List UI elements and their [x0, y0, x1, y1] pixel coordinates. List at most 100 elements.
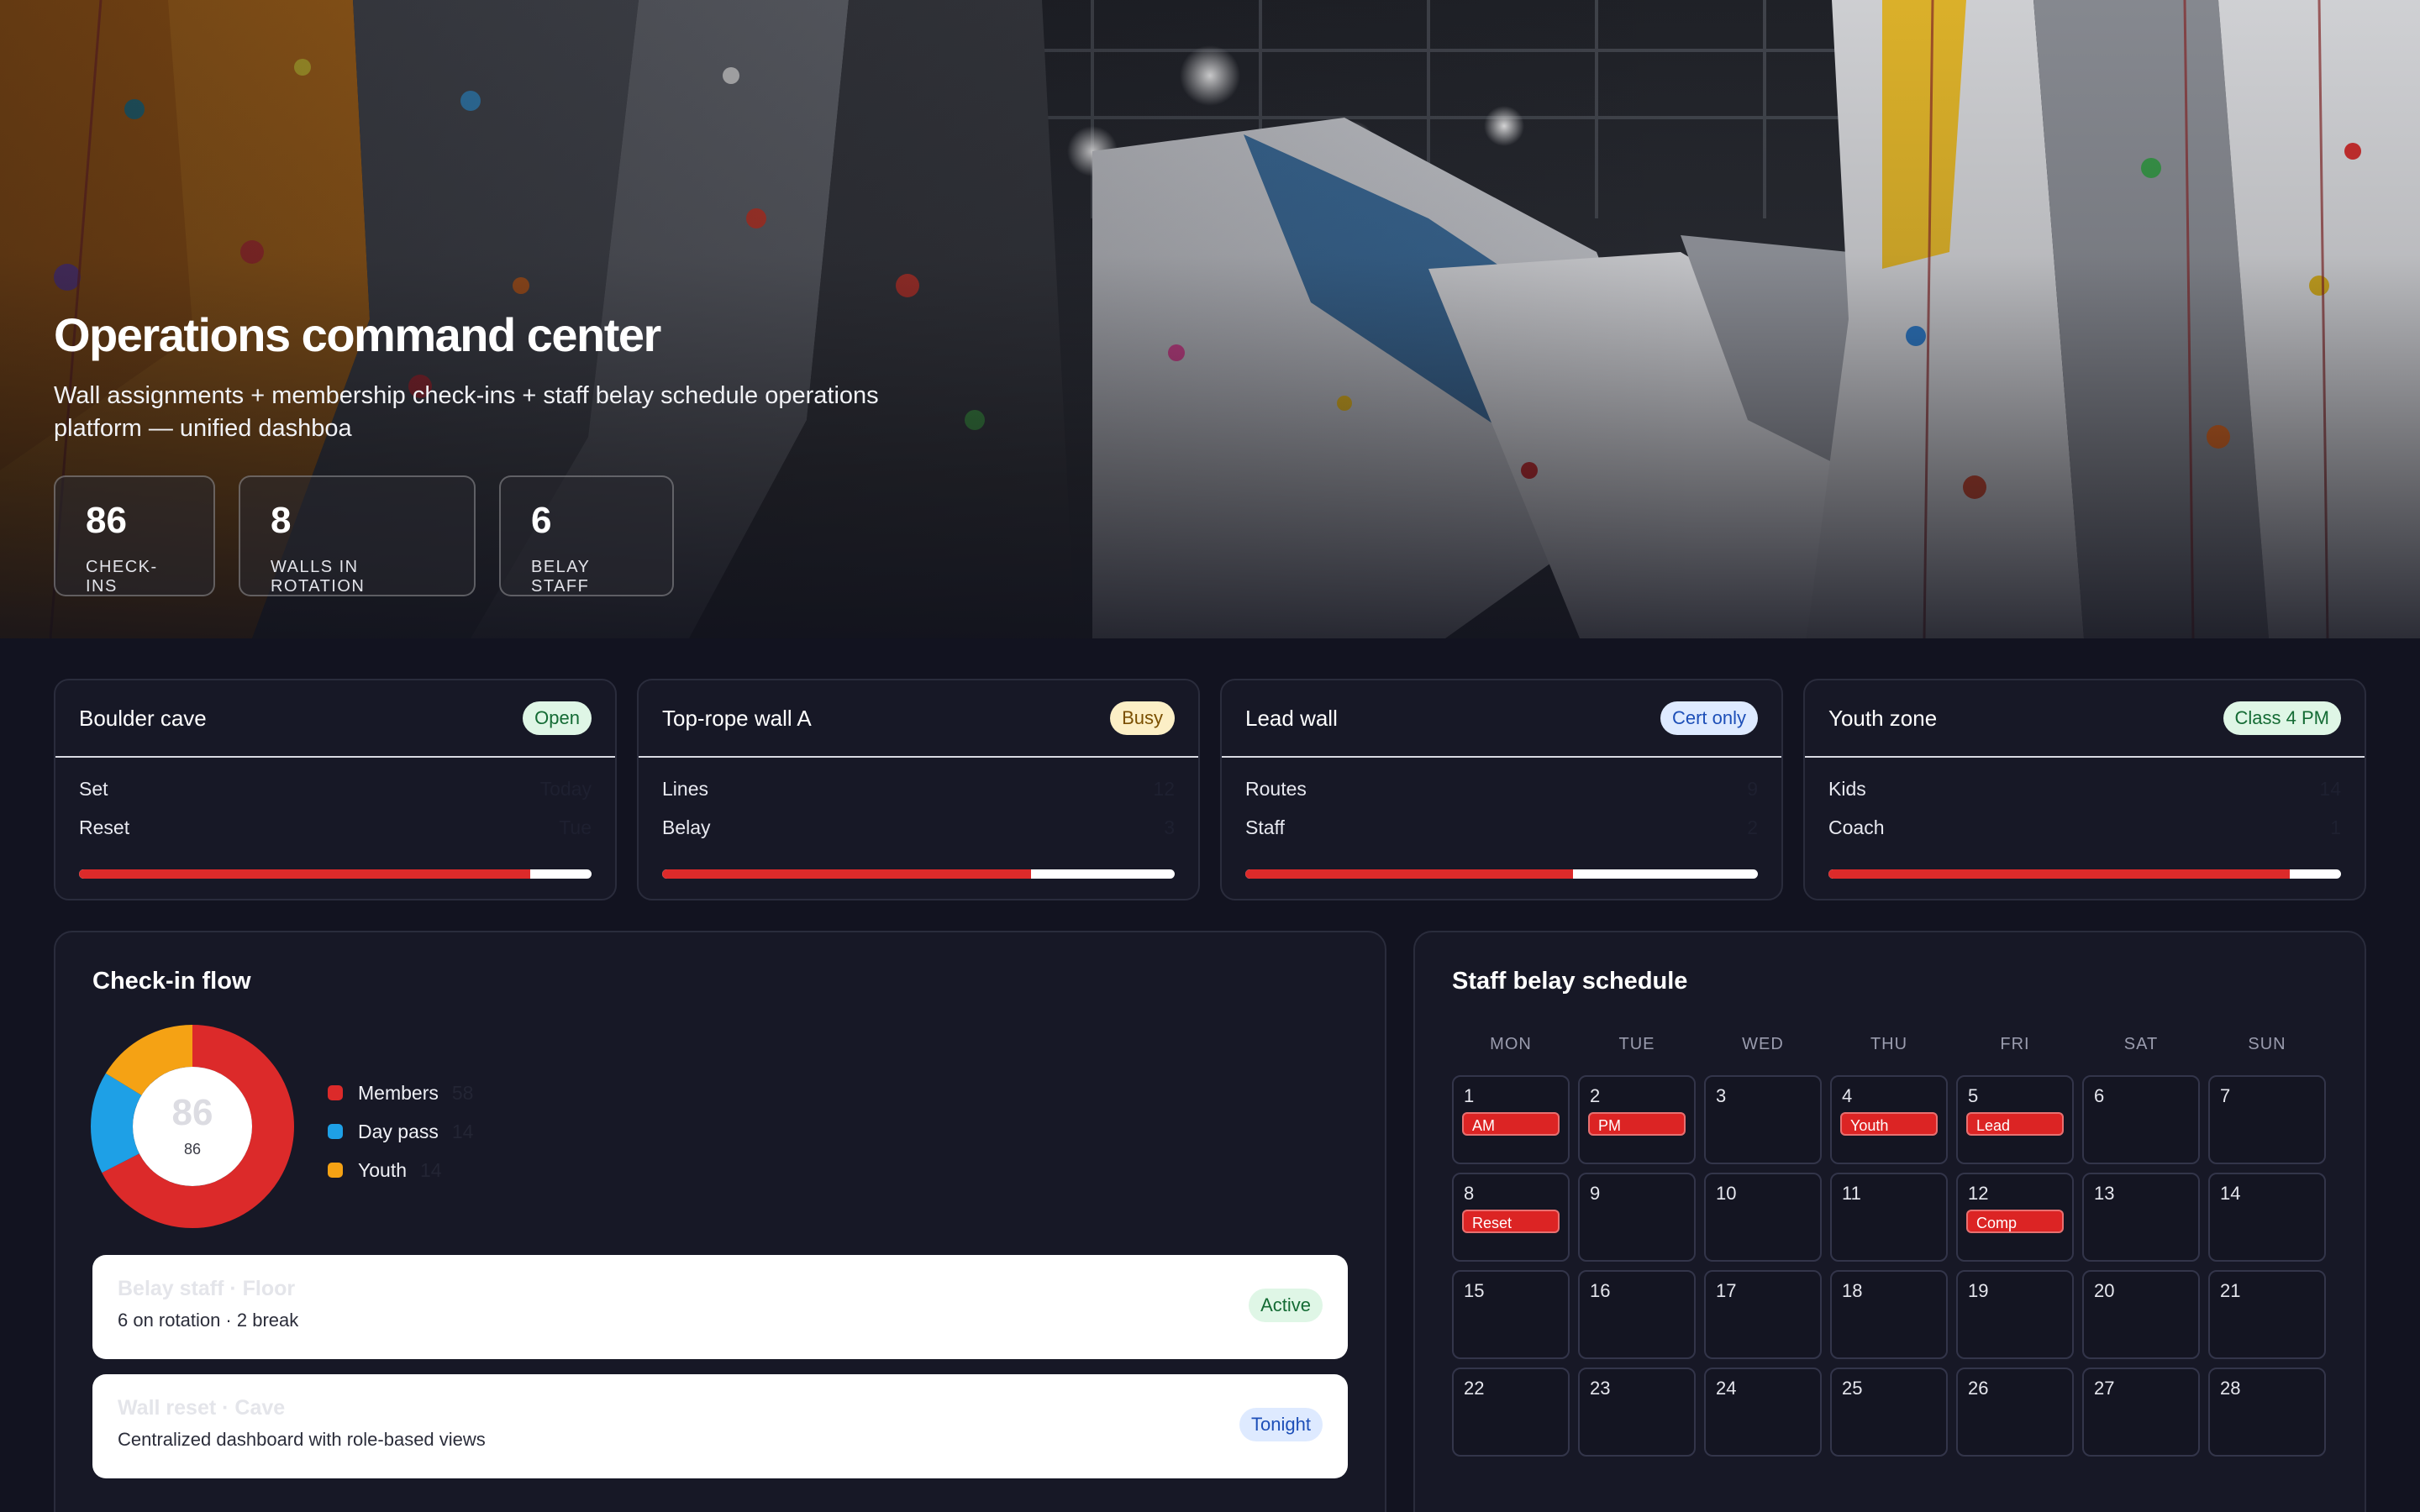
legend-value: 14 — [451, 1120, 474, 1142]
calendar-day-cell[interactable]: 14 — [2208, 1173, 2326, 1262]
zone-header: Youth zone Class 4 PM — [1805, 680, 2365, 758]
calendar-day-cell[interactable]: 10 — [1704, 1173, 1822, 1262]
zone-card-top-rope-wall-a[interactable]: Top-rope wall A Busy Lines 12 Belay 3 — [637, 679, 1200, 900]
calendar-day-cell[interactable]: 3 — [1704, 1075, 1822, 1164]
page-title: Operations command center — [54, 308, 661, 361]
calendar-day-cell[interactable]: 1 AM — [1452, 1075, 1570, 1164]
calendar-day-cell[interactable]: 24 — [1704, 1368, 1822, 1457]
zone-title: Top-rope wall A — [662, 705, 812, 731]
calendar-day-cell[interactable]: 21 — [2208, 1270, 2326, 1359]
zone-card-boulder-cave[interactable]: Boulder cave Open Set Today Reset Tue — [54, 679, 617, 900]
calendar-day-cell[interactable]: 19 — [1956, 1270, 2074, 1359]
calendar-day-cell[interactable]: 28 — [2208, 1368, 2326, 1457]
calendar-day-number: 17 — [1716, 1280, 1737, 1301]
legend-label: Day pass — [358, 1120, 439, 1142]
zone-row-value: 2 — [1747, 816, 1758, 838]
calendar-day-number: 26 — [1968, 1378, 1989, 1399]
ticket-subtitle: 6 on rotation · 2 break — [118, 1310, 299, 1331]
zone-title: Youth zone — [1828, 705, 1938, 731]
status-badge: Class 4 PM — [2223, 701, 2341, 735]
calendar-day-cell[interactable]: 6 — [2082, 1075, 2200, 1164]
panel-title: Check-in flow — [92, 968, 251, 995]
zone-row-value: 12 — [1153, 777, 1175, 800]
zone-row-value: 14 — [2319, 777, 2341, 800]
calendar-event[interactable]: Reset — [1462, 1210, 1560, 1233]
calendar-event[interactable]: Youth — [1840, 1112, 1938, 1136]
zone-row-label: Belay — [662, 816, 711, 838]
progress-fill — [1828, 869, 2290, 879]
calendar-day-number: 16 — [1590, 1280, 1611, 1301]
progress-bar — [662, 869, 1175, 879]
stat-belay-staff: 6 BELAY STAFF — [499, 475, 674, 596]
zone-row-value: 1 — [2330, 816, 2341, 838]
calendar-event[interactable]: Comp — [1966, 1210, 2064, 1233]
calendar-day-number: 27 — [2094, 1378, 2115, 1399]
zone-header: Top-rope wall A Busy — [639, 680, 1198, 758]
calendar-day-cell[interactable]: 15 — [1452, 1270, 1570, 1359]
zone-row: Reset Tue — [55, 808, 615, 847]
calendar-day-number: 10 — [1716, 1183, 1737, 1204]
donut-center-label: 86 — [183, 1141, 202, 1158]
zone-row-value: Tue — [559, 816, 592, 838]
calendar-event[interactable]: PM — [1588, 1112, 1686, 1136]
ticket-wall-reset[interactable]: Wall reset · Cave Centralized dashboard … — [92, 1374, 1348, 1478]
calendar-day-cell[interactable]: 2 PM — [1578, 1075, 1696, 1164]
status-badge: Busy — [1110, 701, 1175, 735]
progress-bar — [1828, 869, 2341, 879]
calendar-event[interactable]: Lead — [1966, 1112, 2064, 1136]
stat-label: CHECK-INS — [86, 558, 158, 596]
calendar-day-cell[interactable]: 18 — [1830, 1270, 1948, 1359]
status-badge: Tonight — [1239, 1408, 1323, 1441]
legend-value: 14 — [420, 1158, 442, 1181]
calendar-day-cell[interactable]: 4 Youth — [1830, 1075, 1948, 1164]
calendar-day-cell[interactable]: 25 — [1830, 1368, 1948, 1457]
zone-header: Boulder cave Open — [55, 680, 615, 758]
calendar-day-number: 18 — [1842, 1280, 1863, 1301]
calendar-day-cell[interactable]: 16 — [1578, 1270, 1696, 1359]
progress-fill — [79, 869, 530, 879]
calendar-day-header: MON — [1490, 1035, 1532, 1053]
ticket-belay-staff[interactable]: Belay staff · Floor 6 on rotation · 2 br… — [92, 1255, 1348, 1359]
calendar-day-number: 19 — [1968, 1280, 1989, 1301]
legend-item: Youth 14 — [328, 1151, 473, 1189]
zone-row-value: 3 — [1164, 816, 1175, 838]
calendar-day-number: 20 — [2094, 1280, 2115, 1301]
calendar-day-number: 1 — [1464, 1085, 1475, 1106]
zone-row: Coach 1 — [1805, 808, 2365, 847]
zone-header: Lead wall Cert only — [1222, 680, 1781, 758]
calendar-day-cell[interactable]: 12 Comp — [1956, 1173, 2074, 1262]
zone-card-lead-wall[interactable]: Lead wall Cert only Routes 9 Staff 2 — [1220, 679, 1783, 900]
calendar-day-cell[interactable]: 7 — [2208, 1075, 2326, 1164]
calendar-day-cell[interactable]: 22 — [1452, 1368, 1570, 1457]
calendar-day-header: THU — [1870, 1035, 1908, 1053]
calendar-day-cell[interactable]: 11 — [1830, 1173, 1948, 1262]
calendar-day-number: 4 — [1842, 1085, 1853, 1106]
zone-row-value: 9 — [1747, 777, 1758, 800]
calendar-day-cell[interactable]: 23 — [1578, 1368, 1696, 1457]
calendar-day-number: 21 — [2220, 1280, 2241, 1301]
calendar-day-number: 5 — [1968, 1085, 1979, 1106]
calendar-day-number: 28 — [2220, 1378, 2241, 1399]
calendar-day-cell[interactable]: 9 — [1578, 1173, 1696, 1262]
calendar-day-cell[interactable]: 26 — [1956, 1368, 2074, 1457]
calendar-day-cell[interactable]: 8 Reset — [1452, 1173, 1570, 1262]
calendar-day-number: 6 — [2094, 1085, 2105, 1106]
zone-row-label: Lines — [662, 777, 708, 800]
checkin-donut-chart: 86 86 — [91, 1025, 294, 1228]
zone-row-value: Today — [539, 777, 592, 800]
zone-row-label: Reset — [79, 816, 130, 838]
calendar-day-cell[interactable]: 17 — [1704, 1270, 1822, 1359]
legend-label: Youth — [358, 1158, 407, 1181]
calendar-day-cell[interactable]: 13 — [2082, 1173, 2200, 1262]
hero-banner: Operations command center Wall assignmen… — [0, 0, 2420, 638]
calendar-day-number: 15 — [1464, 1280, 1485, 1301]
calendar-day-cell[interactable]: 20 — [2082, 1270, 2200, 1359]
calendar-event[interactable]: AM — [1462, 1112, 1560, 1136]
page-subtitle: Wall assignments + membership check-ins … — [54, 382, 879, 442]
zone-row: Kids 14 — [1805, 769, 2365, 808]
calendar-day-cell[interactable]: 27 — [2082, 1368, 2200, 1457]
zone-card-youth-zone[interactable]: Youth zone Class 4 PM Kids 14 Coach 1 — [1803, 679, 2366, 900]
calendar-day-cell[interactable]: 5 Lead — [1956, 1075, 2074, 1164]
zone-row: Set Today — [55, 769, 615, 808]
status-badge: Open — [523, 701, 592, 735]
